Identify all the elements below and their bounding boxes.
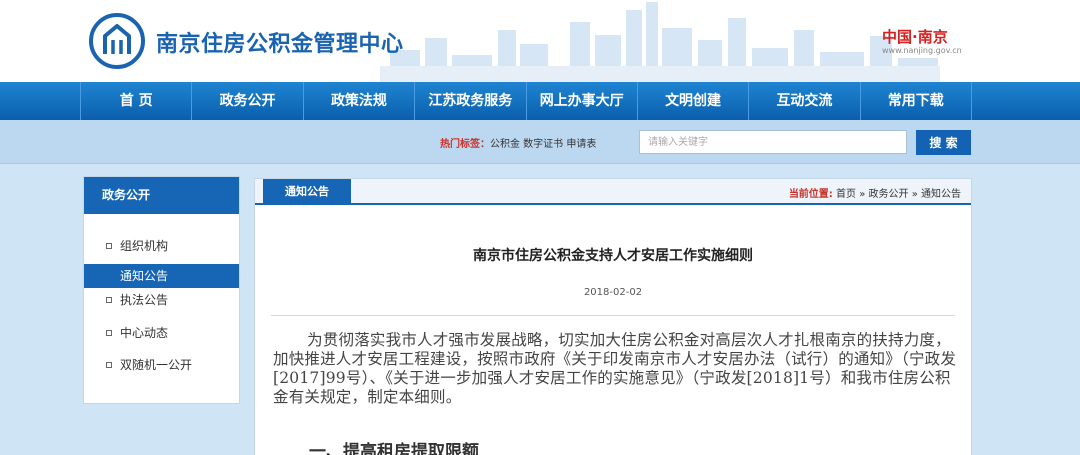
breadcrumb-home[interactable]: 首页 (836, 189, 856, 200)
sidebar-item-notices[interactable]: 通知公告 (84, 264, 239, 288)
sidebar-item-label: 中心动态 (120, 326, 169, 340)
article-paragraph: 为贯彻落实我市人才强市发展战略，切实加大住房公积金对高层次人才扎根南京的扶持力度… (273, 331, 957, 406)
main-nav: 首 页 政务公开 政策法规 江苏政务服务 网上办事大厅 文明创建 互动交流 常用… (0, 82, 1080, 120)
breadcrumb-notices[interactable]: 通知公告 (921, 189, 961, 200)
hot-tags-label: 热门标签： (440, 139, 490, 150)
article-panel: 通知公告 当前位置: 首页 » 政务公开 » 通知公告 南京市住房公积金支持人才… (254, 178, 972, 455)
search-button[interactable]: 搜 索 (916, 130, 971, 155)
sidebar-item-label: 组织机构 (120, 239, 169, 253)
site-title[interactable]: 南京住房公积金管理中心 (156, 26, 404, 58)
nav-item-downloads[interactable]: 常用下载 (861, 82, 972, 120)
breadcrumb: 当前位置: 首页 » 政务公开 » 通知公告 (789, 185, 961, 200)
bullet-icon (106, 243, 112, 249)
region-title[interactable]: 中国·南京 (882, 26, 948, 47)
nav-item-home[interactable]: 首 页 (80, 82, 193, 120)
bullet-icon (106, 362, 112, 368)
nav-item-civilization[interactable]: 文明创建 (638, 82, 750, 120)
content-tabbar: 通知公告 当前位置: 首页 » 政务公开 » 通知公告 (255, 179, 971, 205)
bullet-icon (106, 330, 112, 336)
search-input[interactable] (639, 130, 907, 154)
sidebar-item-label: 通知公告 (120, 269, 169, 283)
divider (271, 315, 955, 316)
breadcrumb-separator: » (911, 189, 918, 200)
sidebar-item-center-news[interactable]: 中心动态 (84, 321, 239, 345)
sidebar-item-enforcement[interactable]: 执法公告 (84, 288, 239, 312)
sidebar-item-label: 双随机一公开 (120, 358, 193, 372)
nav-item-policies[interactable]: 政策法规 (304, 82, 416, 120)
hot-tags-links[interactable]: 公积金 数字证书 申请表 (490, 139, 596, 150)
sidebar: 政务公开 组织机构 通知公告 执法公告 中心动态 双随机一公开 (83, 176, 240, 404)
nav-item-interaction[interactable]: 互动交流 (749, 82, 861, 120)
sidebar-item-random-inspection[interactable]: 双随机一公开 (84, 353, 239, 377)
sidebar-title: 政务公开 (84, 177, 239, 214)
article-title: 南京市住房公积金支持人才安居工作实施细则 (473, 248, 753, 264)
sidebar-item-label: 执法公告 (120, 293, 169, 307)
site-header: 南京住房公积金管理中心 中国·南京 www.nanjing.gov.cn (0, 0, 1080, 82)
article-date: 2018-02-02 (583, 287, 643, 298)
sidebar-item-organization[interactable]: 组织机构 (84, 234, 239, 258)
search-bar: 热门标签：公积金 数字证书 申请表 搜 索 (0, 120, 1080, 164)
hot-tags: 热门标签：公积金 数字证书 申请表 (440, 135, 596, 150)
breadcrumb-separator: » (859, 189, 866, 200)
house-circle-logo-icon[interactable] (88, 12, 146, 70)
region-url[interactable]: www.nanjing.gov.cn (882, 46, 962, 55)
nav-item-online-hall[interactable]: 网上办事大厅 (527, 82, 638, 120)
bullet-icon (106, 297, 112, 303)
breadcrumb-government-affairs[interactable]: 政务公开 (869, 189, 909, 200)
tab-notices[interactable]: 通知公告 (263, 179, 351, 205)
breadcrumb-label: 当前位置: (788, 189, 833, 200)
city-skyline-image (380, 2, 940, 82)
section-heading: 一、提高租房提取限额 (309, 442, 479, 455)
nav-item-government-affairs[interactable]: 政务公开 (192, 82, 304, 120)
nav-item-jiangsu-services[interactable]: 江苏政务服务 (415, 82, 527, 120)
